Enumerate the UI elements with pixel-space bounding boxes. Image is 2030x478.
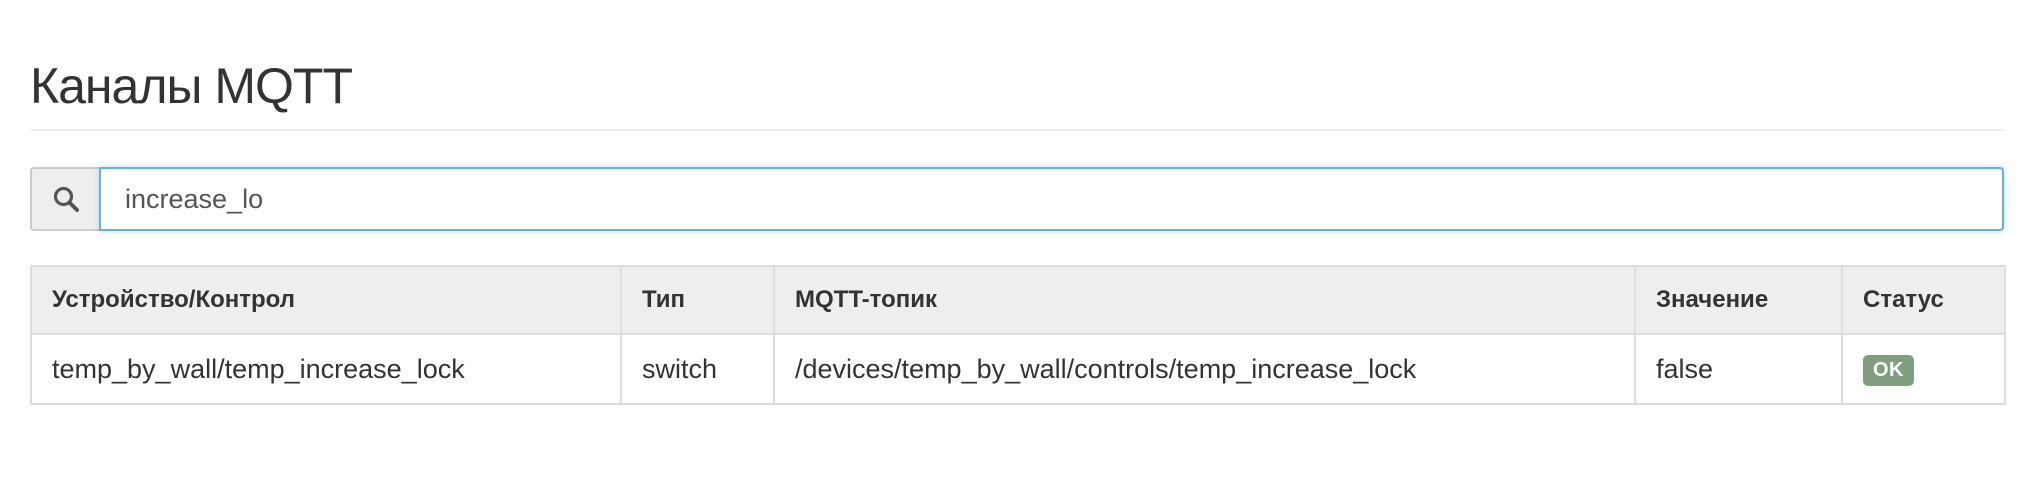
status-cell: OK [1841,333,2006,405]
search-icon [30,167,99,231]
search-group [30,167,2004,231]
channels-table: Устройство/Контрол Тип MQTT-топик Значен… [30,265,2006,405]
table-row[interactable]: temp_by_wall/temp_increase_lock switch /… [30,333,2006,405]
type-cell: switch [620,333,775,405]
title-divider [30,129,2004,131]
column-header-value[interactable]: Значение [1634,265,1843,335]
column-header-mqtt-topic[interactable]: MQTT-топик [773,265,1636,335]
value-cell: false [1634,333,1843,405]
mqtt-channels-page: Каналы MQTT Устройство/Контрол Тип [0,0,2030,478]
channels-table-wrap: Устройство/Контрол Тип MQTT-топик Значен… [30,265,2006,405]
status-badge: OK [1863,355,1914,386]
device-control-cell: temp_by_wall/temp_increase_lock [30,333,622,405]
page-title: Каналы MQTT [30,58,353,114]
column-header-device-control[interactable]: Устройство/Контрол [30,265,622,335]
column-header-type[interactable]: Тип [620,265,775,335]
table-header-row: Устройство/Контрол Тип MQTT-топик Значен… [30,265,2006,335]
column-header-status[interactable]: Статус [1841,265,2006,335]
search-input[interactable] [99,167,2004,231]
mqtt-topic-cell: /devices/temp_by_wall/controls/temp_incr… [773,333,1636,405]
